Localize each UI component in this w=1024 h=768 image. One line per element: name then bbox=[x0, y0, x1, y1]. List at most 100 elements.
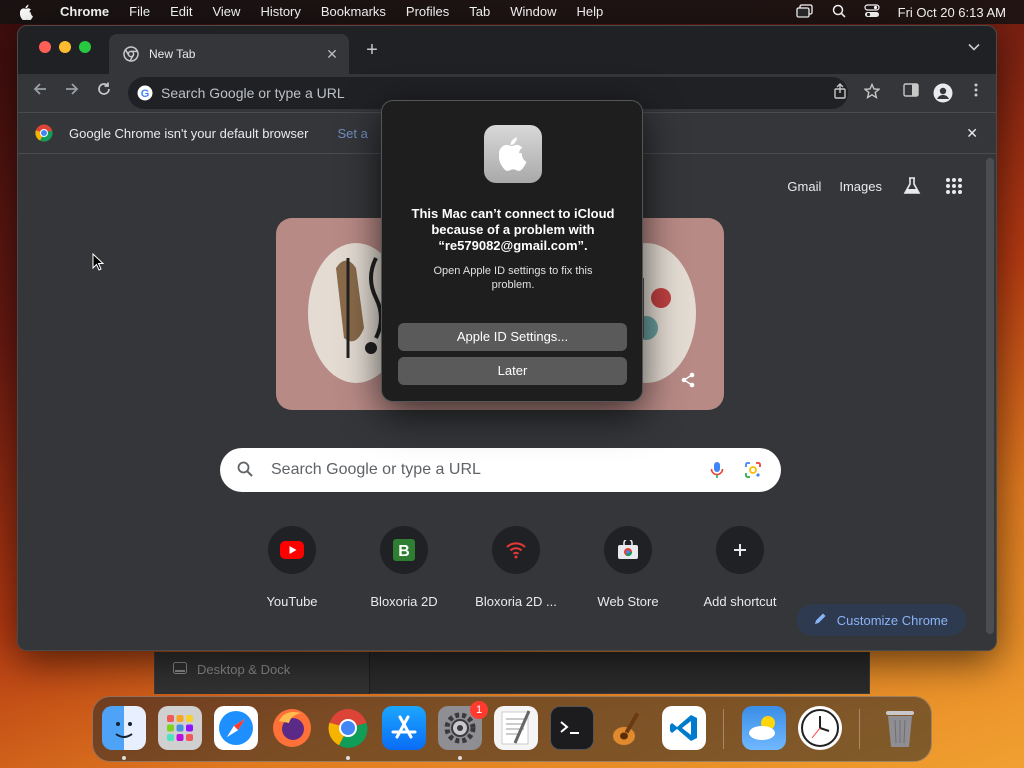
shortcuts-row: YouTube B Bloxoria 2D Bloxoria 2D ... We… bbox=[236, 526, 796, 609]
dock: 1 bbox=[92, 696, 932, 762]
tab-new-tab[interactable]: New Tab ✕ bbox=[109, 34, 349, 74]
forward-icon[interactable] bbox=[60, 81, 84, 105]
sidebar-item-label: Desktop & Dock bbox=[197, 662, 291, 677]
minimize-window-button[interactable] bbox=[59, 41, 71, 53]
menu-file[interactable]: File bbox=[119, 0, 160, 24]
notification-badge: 1 bbox=[470, 701, 488, 719]
images-link[interactable]: Images bbox=[839, 179, 882, 194]
youtube-icon bbox=[268, 526, 316, 574]
wifi-icon bbox=[492, 526, 540, 574]
page-scrollbar[interactable] bbox=[986, 158, 994, 634]
shortcut-label: YouTube bbox=[266, 594, 318, 609]
pencil-icon bbox=[813, 612, 827, 629]
google-lens-icon[interactable] bbox=[743, 460, 763, 480]
ntp-search-box[interactable]: Search Google or type a URL bbox=[220, 448, 781, 492]
svg-text:G: G bbox=[141, 88, 150, 100]
mouse-pointer-icon bbox=[92, 252, 105, 271]
tab-search-chevron-icon[interactable] bbox=[964, 40, 984, 60]
menu-view[interactable]: View bbox=[202, 0, 250, 24]
menu-bookmarks[interactable]: Bookmarks bbox=[311, 0, 396, 24]
menu-window[interactable]: Window bbox=[500, 0, 566, 24]
profile-avatar-icon[interactable] bbox=[933, 83, 953, 103]
infobar-close-icon[interactable]: ✕ bbox=[966, 125, 978, 142]
shortcut-youtube[interactable]: YouTube bbox=[236, 526, 348, 609]
shortcut-bloxoria-2d[interactable]: B Bloxoria 2D bbox=[348, 526, 460, 609]
launchpad-dock-icon[interactable] bbox=[158, 706, 202, 750]
menu-edit[interactable]: Edit bbox=[160, 0, 202, 24]
tab-title: New Tab bbox=[149, 47, 196, 61]
dialog-message: Open Apple ID settings to fix this probl… bbox=[433, 265, 593, 291]
shortcut-web-store[interactable]: Web Store bbox=[572, 526, 684, 609]
finder-running-indicator bbox=[122, 756, 126, 760]
google-g-icon: G bbox=[137, 85, 153, 101]
system-settings-running-indicator bbox=[458, 756, 462, 760]
omnibox-placeholder: Search Google or type a URL bbox=[161, 85, 345, 101]
menu-tab[interactable]: Tab bbox=[459, 0, 500, 24]
plus-icon bbox=[716, 526, 764, 574]
terminal-dock-icon[interactable] bbox=[550, 706, 594, 750]
weather-dock-icon[interactable] bbox=[742, 706, 786, 750]
labs-flask-icon[interactable] bbox=[900, 174, 924, 198]
close-tab-icon[interactable]: ✕ bbox=[323, 45, 341, 63]
later-button[interactable]: Later bbox=[398, 357, 627, 385]
shortcut-label: Bloxoria 2D ... bbox=[475, 594, 557, 609]
shortcut-label: Add shortcut bbox=[703, 594, 777, 609]
system-settings-dock-icon[interactable]: 1 bbox=[438, 701, 488, 750]
close-window-button[interactable] bbox=[39, 41, 51, 53]
window-controls bbox=[39, 41, 91, 53]
menu-help[interactable]: Help bbox=[567, 0, 614, 24]
google-apps-grid-icon[interactable] bbox=[942, 174, 966, 198]
ntp-top-links: Gmail Images bbox=[787, 174, 966, 198]
chrome-running-indicator bbox=[346, 756, 350, 760]
apple-logo-icon bbox=[484, 125, 542, 183]
chrome-menu-icon[interactable] bbox=[966, 83, 986, 103]
doodle-share-icon[interactable] bbox=[680, 372, 698, 390]
new-tab-button[interactable]: + bbox=[360, 38, 384, 62]
menu-history[interactable]: History bbox=[250, 0, 310, 24]
tab-strip: New Tab ✕ + bbox=[18, 26, 996, 74]
chrome-tab-icon bbox=[123, 46, 139, 62]
shortcut-label: Web Store bbox=[597, 594, 659, 609]
apple-menu-icon[interactable] bbox=[18, 0, 36, 24]
apple-id-settings-button[interactable]: Apple ID Settings... bbox=[398, 323, 627, 351]
dock-separator bbox=[723, 709, 724, 749]
customize-chrome-button[interactable]: Customize Chrome bbox=[796, 604, 966, 636]
gmail-link[interactable]: Gmail bbox=[787, 179, 821, 194]
spotlight-search-icon[interactable] bbox=[832, 4, 846, 21]
share-icon[interactable] bbox=[830, 83, 850, 103]
finder-dock-icon[interactable] bbox=[102, 706, 146, 750]
vscode-dock-icon[interactable] bbox=[662, 706, 706, 750]
reload-icon[interactable] bbox=[92, 81, 116, 105]
clock-dock-icon[interactable] bbox=[798, 706, 842, 750]
bookmark-star-icon[interactable] bbox=[862, 82, 882, 103]
menubar-clock[interactable]: Fri Oct 20 6:13 AM bbox=[898, 5, 1006, 20]
safari-dock-icon[interactable] bbox=[214, 706, 258, 750]
chrome-logo-icon bbox=[35, 124, 53, 142]
customize-chrome-label: Customize Chrome bbox=[836, 612, 948, 628]
menu-bar: Chrome File Edit View History Bookmarks … bbox=[0, 0, 1024, 24]
control-center-icon[interactable] bbox=[864, 3, 880, 21]
garageband-dock-icon[interactable] bbox=[606, 706, 650, 750]
back-icon[interactable] bbox=[28, 81, 52, 105]
shortcut-add[interactable]: Add shortcut bbox=[684, 526, 796, 609]
desktop-dock-icon bbox=[173, 662, 187, 677]
textedit-dock-icon[interactable] bbox=[494, 706, 538, 750]
dock-separator bbox=[859, 709, 860, 749]
svg-text:B: B bbox=[398, 543, 410, 560]
chrome-dock-icon[interactable] bbox=[326, 706, 370, 750]
shortcut-label: Bloxoria 2D bbox=[370, 594, 438, 609]
firefox-dock-icon[interactable] bbox=[270, 706, 314, 750]
trash-dock-icon[interactable] bbox=[878, 706, 922, 750]
voice-search-icon[interactable] bbox=[707, 460, 727, 480]
screen-mirroring-icon[interactable] bbox=[795, 3, 814, 21]
sidebar-item-desktop-dock[interactable]: Desktop & Dock bbox=[173, 662, 290, 677]
search-icon bbox=[237, 461, 255, 479]
menu-profiles[interactable]: Profiles bbox=[396, 0, 459, 24]
app-store-dock-icon[interactable] bbox=[382, 706, 426, 750]
zoom-window-button[interactable] bbox=[79, 41, 91, 53]
side-panel-icon[interactable] bbox=[901, 83, 921, 103]
menu-app-name[interactable]: Chrome bbox=[50, 0, 119, 24]
bloxoria-icon: B bbox=[380, 526, 428, 574]
shortcut-bloxoria-2d-2[interactable]: Bloxoria 2D ... bbox=[460, 526, 572, 609]
set-default-button[interactable]: Set a bbox=[337, 126, 367, 141]
